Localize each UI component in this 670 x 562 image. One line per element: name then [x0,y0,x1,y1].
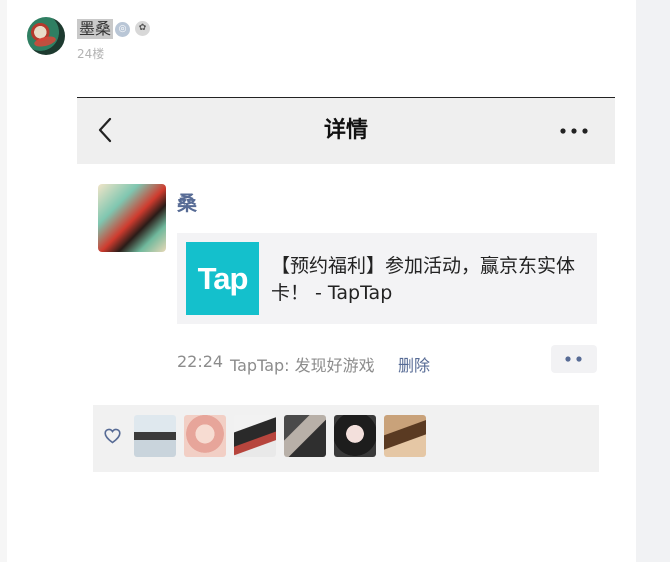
shared-link-title: 【预约福利】参加活动，赢京东实体卡！ - TapTap [271,255,576,304]
embedded-screenshot: 详情 桑 Tap 【预约福利】参加活动，赢京东实体卡！ - TapTap 22:… [77,97,615,477]
author-name[interactable]: 桑 [177,187,197,216]
page-title: 详情 [323,118,368,143]
post-username[interactable]: 墨桑 [77,19,114,39]
shared-link-card[interactable]: Tap 【预约福利】参加活动，赢京东实体卡！ - TapTap [177,233,597,324]
liker-avatar[interactable] [284,415,326,457]
fan-badge-icon: ✿ [135,21,150,36]
comment-like-toggle-button[interactable] [551,345,597,373]
taptap-logo-icon: Tap [186,242,259,315]
liker-avatar[interactable] [184,415,226,457]
floor-number: 24楼 [77,47,105,61]
avatar[interactable] [27,17,65,55]
level-badge-icon: ◎ [115,22,130,37]
delete-link[interactable]: 删除 [398,352,430,376]
more-dots-icon[interactable] [559,127,589,135]
detail-navbar: 详情 [77,97,615,164]
post-source[interactable]: TapTap: 发现好游戏 [230,352,375,376]
author-avatar[interactable] [98,184,166,252]
page-left-edge [0,0,7,562]
right-scroll-strip [636,0,670,562]
likes-bar [93,405,599,472]
liker-avatar[interactable] [334,415,376,457]
post-time: 22:24 [177,352,224,371]
heart-outline-icon [104,428,121,444]
liker-avatar[interactable] [234,415,276,457]
liker-avatar[interactable] [384,415,426,457]
liker-avatar[interactable] [134,415,176,457]
two-dots-icon [565,356,582,362]
